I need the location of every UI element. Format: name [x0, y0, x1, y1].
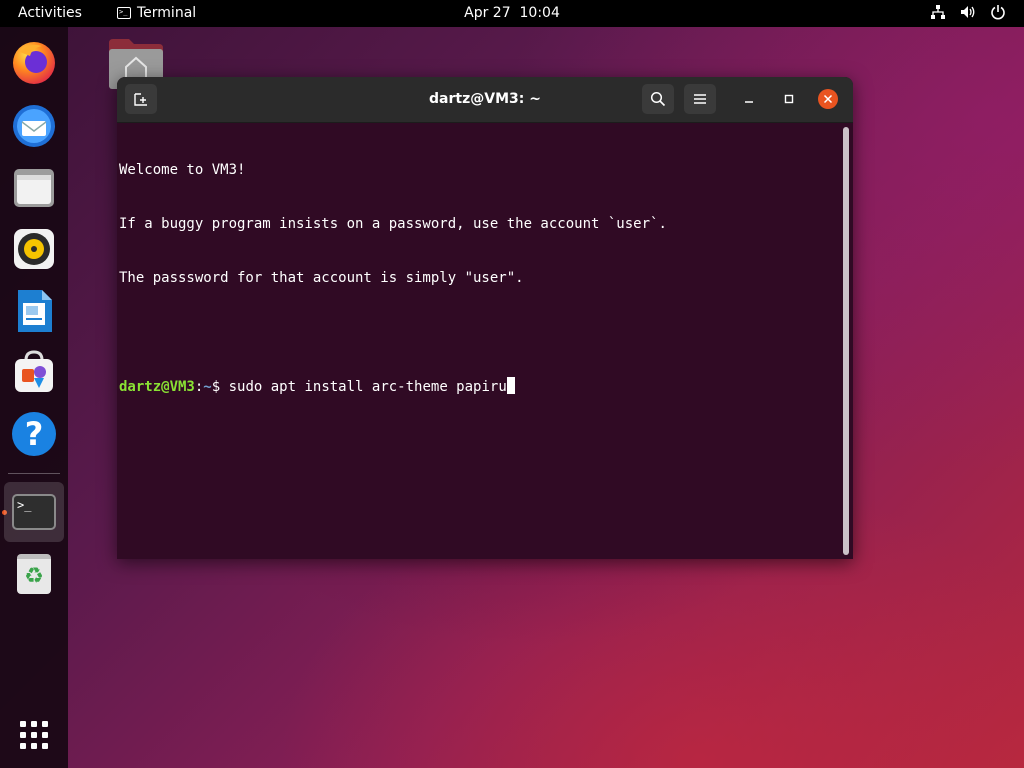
rhythmbox-icon	[14, 229, 54, 269]
app-menu[interactable]: >_ Terminal	[117, 5, 196, 21]
minimize-button[interactable]	[739, 89, 759, 109]
close-button[interactable]	[818, 89, 838, 109]
writer-icon	[18, 290, 52, 332]
prompt-symbol: $	[211, 379, 221, 395]
network-icon[interactable]	[930, 4, 946, 20]
firefox-icon	[13, 42, 55, 84]
clock[interactable]: Apr 27 10:04	[464, 5, 560, 21]
dock: ? >_ ♻	[0, 27, 68, 768]
maximize-button[interactable]	[779, 89, 799, 109]
top-bar: Activities >_ Terminal Apr 27 10:04	[0, 0, 1024, 27]
minimize-icon	[745, 101, 753, 103]
dock-software[interactable]	[6, 344, 62, 400]
terminal-output[interactable]: Welcome to VM3! If a buggy program insis…	[119, 125, 839, 555]
dock-thunderbird[interactable]	[6, 97, 62, 153]
clock-date: Apr 27	[464, 5, 511, 21]
dock-rhythmbox[interactable]	[6, 221, 62, 277]
hamburger-menu-icon	[694, 94, 706, 104]
prompt-path: ~	[203, 379, 212, 395]
scrollbar[interactable]	[843, 127, 849, 555]
thunderbird-icon	[13, 105, 55, 147]
help-icon: ?	[12, 412, 56, 456]
clock-time: 10:04	[519, 5, 560, 21]
terminal-app-icon: >_	[117, 7, 131, 19]
power-icon[interactable]	[990, 4, 1006, 20]
menu-button[interactable]	[684, 84, 716, 114]
terminal-icon: >_	[12, 494, 56, 530]
output-line: Welcome to VM3!	[119, 162, 246, 178]
dock-terminal[interactable]: >_	[4, 482, 64, 542]
dock-show-applications[interactable]	[6, 707, 62, 763]
text-cursor	[506, 377, 515, 394]
maximize-icon	[784, 94, 794, 104]
command-input[interactable]: sudo apt install arc-theme papiru	[220, 379, 507, 395]
dock-firefox[interactable]	[6, 34, 62, 90]
files-icon	[14, 169, 54, 207]
dock-help[interactable]: ?	[6, 406, 62, 462]
system-tray[interactable]	[930, 4, 1006, 20]
new-tab-button[interactable]	[125, 84, 157, 114]
dock-trash[interactable]: ♻	[6, 546, 62, 602]
dock-files[interactable]	[6, 159, 62, 215]
app-grid-icon	[20, 721, 48, 749]
dock-writer[interactable]	[6, 283, 62, 339]
prompt-user: dartz@VM3	[119, 379, 195, 395]
search-icon	[650, 91, 666, 107]
prompt-line[interactable]: dartz@VM3:~$ sudo apt install arc-theme …	[119, 377, 839, 395]
software-store-icon	[15, 350, 53, 392]
search-button[interactable]	[642, 84, 674, 114]
dock-separator	[8, 473, 60, 474]
terminal-header-bar[interactable]: dartz@VM3: ~	[117, 77, 853, 123]
volume-icon[interactable]	[960, 4, 976, 20]
new-tab-icon	[134, 93, 147, 106]
app-menu-label: Terminal	[137, 5, 197, 21]
activities-button[interactable]: Activities	[18, 5, 82, 21]
close-icon	[823, 94, 833, 104]
output-line: If a buggy program insists on a password…	[119, 216, 667, 232]
output-line: The passsword for that account is simply…	[119, 270, 524, 286]
trash-icon: ♻	[17, 554, 51, 594]
terminal-window[interactable]: dartz@VM3: ~ Welcome to VM3! If a buggy …	[117, 77, 853, 559]
